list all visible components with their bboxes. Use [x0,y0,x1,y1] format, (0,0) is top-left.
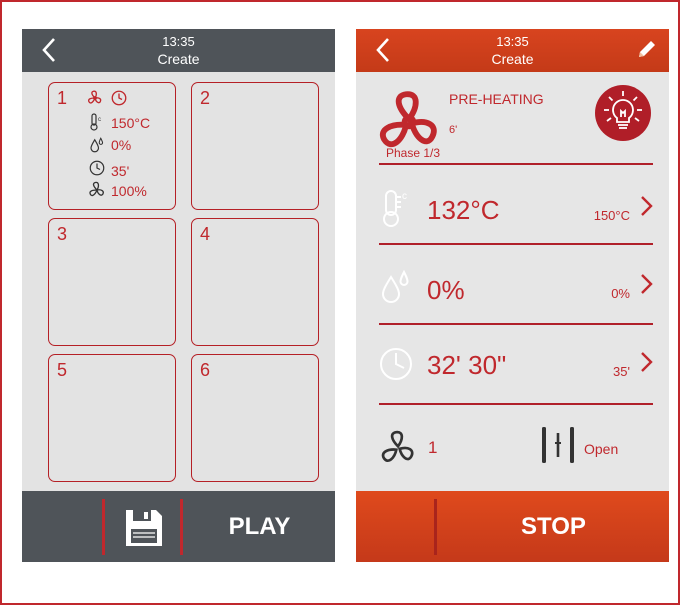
fan-speed-value: 1 [428,438,438,457]
header-bar: 13:35 Create [356,29,669,72]
divider [379,243,653,245]
fan-icon [381,430,414,463]
phase-indicator: Phase 1/3 [386,146,441,160]
phase-fan-speed: 100% [111,183,147,199]
pencil-icon[interactable] [635,37,659,61]
set-humidity: 0% [611,286,630,301]
chevron-right-icon[interactable] [638,273,654,295]
vent-valve-icon[interactable] [539,425,577,465]
footer-bar: PLAY [22,491,335,562]
phase-number: 6 [200,360,211,380]
phase-number: 5 [57,360,68,380]
stop-button[interactable]: STOP [438,491,669,562]
thermometer-icon: c [383,190,407,227]
phase-number: 3 [57,224,68,244]
phase-number: 4 [200,224,211,244]
clock-time: 13:35 [496,34,529,49]
vent-state: Open [584,441,619,457]
page-title: Create [157,51,200,67]
phase-slot-4[interactable]: 4 [191,218,319,346]
phase-number: 1 [57,88,68,108]
state-minutes: 6' [449,124,458,136]
clock-icon [380,348,412,380]
phase-number: 2 [200,88,211,108]
set-time: 35' [613,364,630,379]
thermometer-icon: c [90,113,101,131]
clock-icon [111,90,127,106]
phase-slot-3[interactable]: 3 [48,218,176,346]
chevron-right-icon[interactable] [638,351,654,373]
current-humidity: 0% [427,275,465,305]
divider [434,499,437,555]
phase-humidity: 0% [111,137,132,153]
phase-slot-2[interactable]: 2 [191,82,319,210]
fan-icon [88,90,102,104]
clock-icon [89,160,105,176]
phase-slot-5[interactable]: 5 [48,354,176,482]
create-program-screen: 13:35 Create 1 c 150°C 0% 35' 100% 2 3 4… [22,29,335,562]
light-toggle-button[interactable] [595,85,651,141]
clock-time: 13:35 [162,34,195,49]
set-temperature: 150°C [593,208,630,223]
phase-slot-6[interactable]: 6 [191,354,319,482]
divider [379,163,653,165]
footer-bar: STOP [356,491,669,562]
play-button[interactable]: PLAY [184,491,335,562]
phase-time: 35' [111,163,130,179]
light-bulb-icon [604,91,642,129]
divider [102,499,105,555]
running-program-screen: 13:35 Create PRE-HEATING 6' Phase 1/3 c … [356,29,669,562]
svg-text:c: c [402,191,407,202]
current-temperature: 132°C [427,195,500,225]
humidity-drops-icon [90,137,104,153]
fan-icon [89,181,104,197]
chevron-right-icon[interactable] [638,195,654,217]
divider [180,499,183,555]
header-bar: 13:35 Create [22,29,335,72]
program-state: PRE-HEATING [449,91,544,107]
divider [379,323,653,325]
floppy-disk-icon[interactable] [110,507,180,549]
humidity-drops-icon [381,269,409,303]
phase-slot-1[interactable]: 1 c 150°C 0% 35' 100% [48,82,176,210]
phase-temperature: 150°C [111,115,151,131]
page-title: Create [491,51,534,67]
remaining-time: 32' 30" [427,350,507,380]
svg-text:c: c [98,117,101,123]
divider [379,403,653,405]
